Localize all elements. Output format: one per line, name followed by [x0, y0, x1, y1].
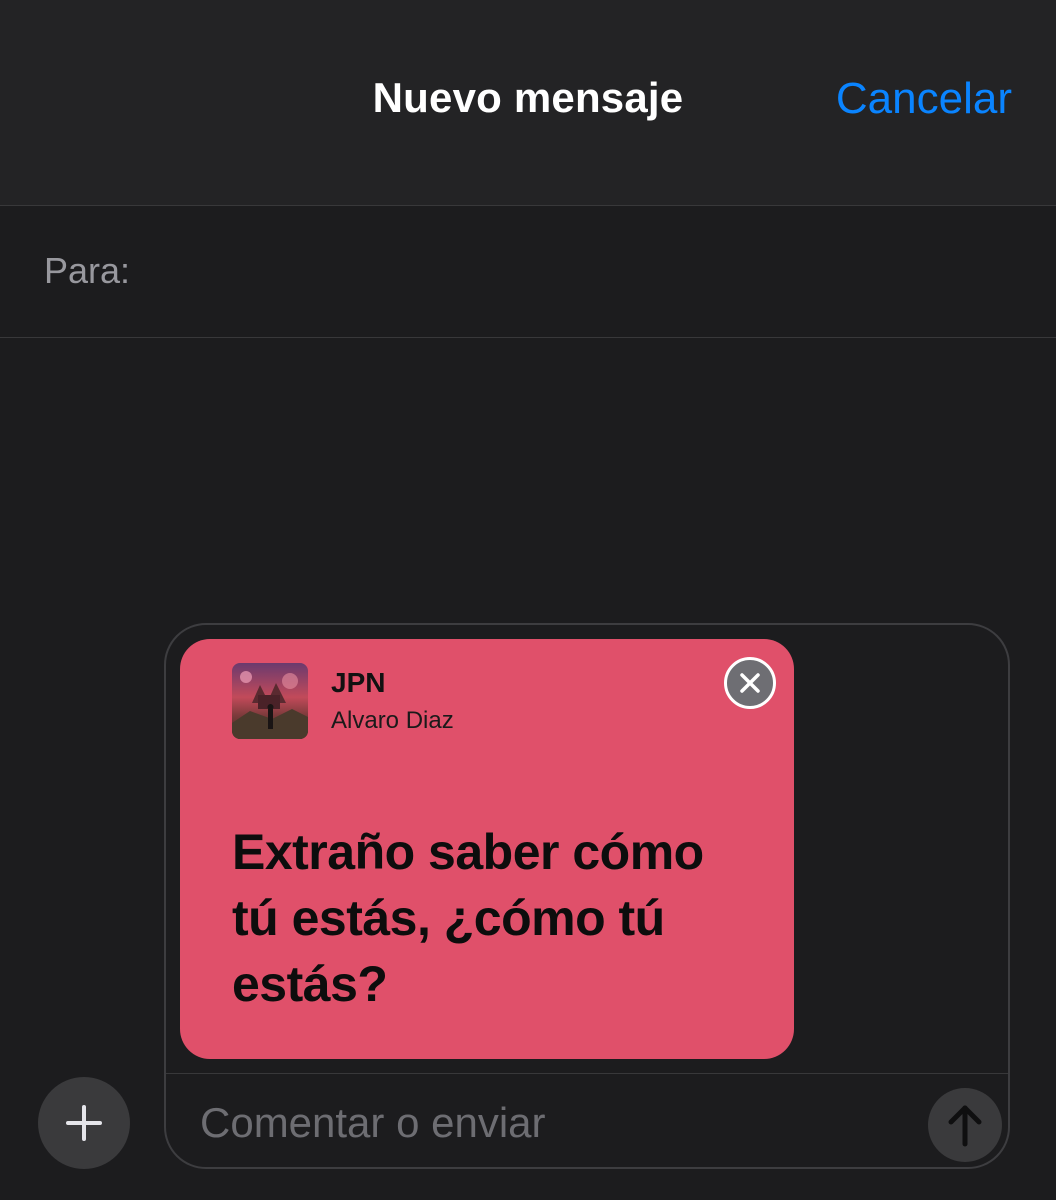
track-title: JPN [331, 667, 386, 698]
message-composer: JPN Alvaro Diaz Extraño saber cómo tú es… [164, 623, 1010, 1169]
remove-attachment-button[interactable] [724, 657, 776, 709]
cancel-button[interactable]: Cancelar [836, 74, 1012, 124]
album-art [232, 663, 308, 739]
comment-input[interactable] [198, 1087, 902, 1159]
add-attachment-button[interactable] [38, 1077, 130, 1169]
lyric-text: Extraño saber cómo tú estás, ¿cómo tú es… [232, 824, 704, 1012]
song-share-card: JPN Alvaro Diaz Extraño saber cómo tú es… [180, 639, 794, 1059]
send-button[interactable] [928, 1088, 1002, 1162]
recipient-label: Para: [44, 250, 131, 291]
arrow-up-icon [948, 1105, 982, 1147]
album-art-image [232, 663, 308, 739]
recipient-input[interactable] [150, 236, 1014, 308]
composer-divider [166, 1073, 1008, 1074]
recipient-row: Para: [0, 206, 1056, 338]
navigation-bar: Nuevo mensaje Cancelar [0, 0, 1056, 206]
plus-icon [66, 1105, 102, 1141]
close-icon [740, 673, 760, 693]
track-artist: Alvaro Diaz [331, 707, 454, 734]
